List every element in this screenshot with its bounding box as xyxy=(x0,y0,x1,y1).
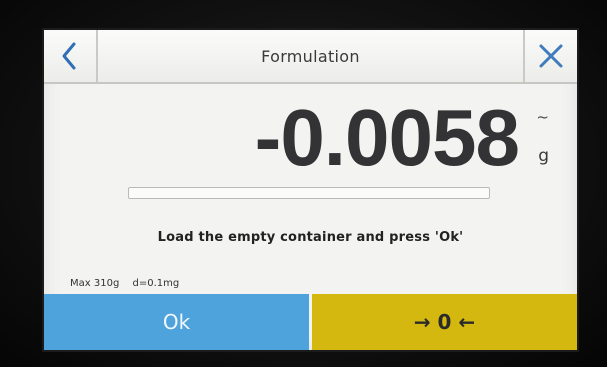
load-progress-bar xyxy=(128,187,490,199)
instruction-message: Load the empty container and press 'Ok' xyxy=(157,230,464,245)
footer-bar: Ok → 0 ← xyxy=(44,294,577,350)
max-capacity: Max 310g xyxy=(70,278,120,289)
close-icon xyxy=(539,44,563,68)
close-button[interactable] xyxy=(523,30,577,82)
stability-indicator: ~ xyxy=(536,108,549,126)
touch-screen: Formulation -0.0058 ~ g Load the empty c… xyxy=(44,30,577,350)
chevron-left-icon xyxy=(62,42,76,70)
page-title: Formulation xyxy=(261,46,360,66)
zero-button[interactable]: → 0 ← xyxy=(312,294,577,350)
header-bar: Formulation xyxy=(44,30,577,84)
weight-unit: g xyxy=(538,146,549,166)
balance-specs: Max 310g d=0.1mg xyxy=(70,278,189,289)
readability: d=0.1mg xyxy=(132,278,180,289)
weight-reading: -0.0058 xyxy=(254,93,520,182)
ok-button[interactable]: Ok xyxy=(44,294,309,350)
back-button[interactable] xyxy=(44,30,98,82)
